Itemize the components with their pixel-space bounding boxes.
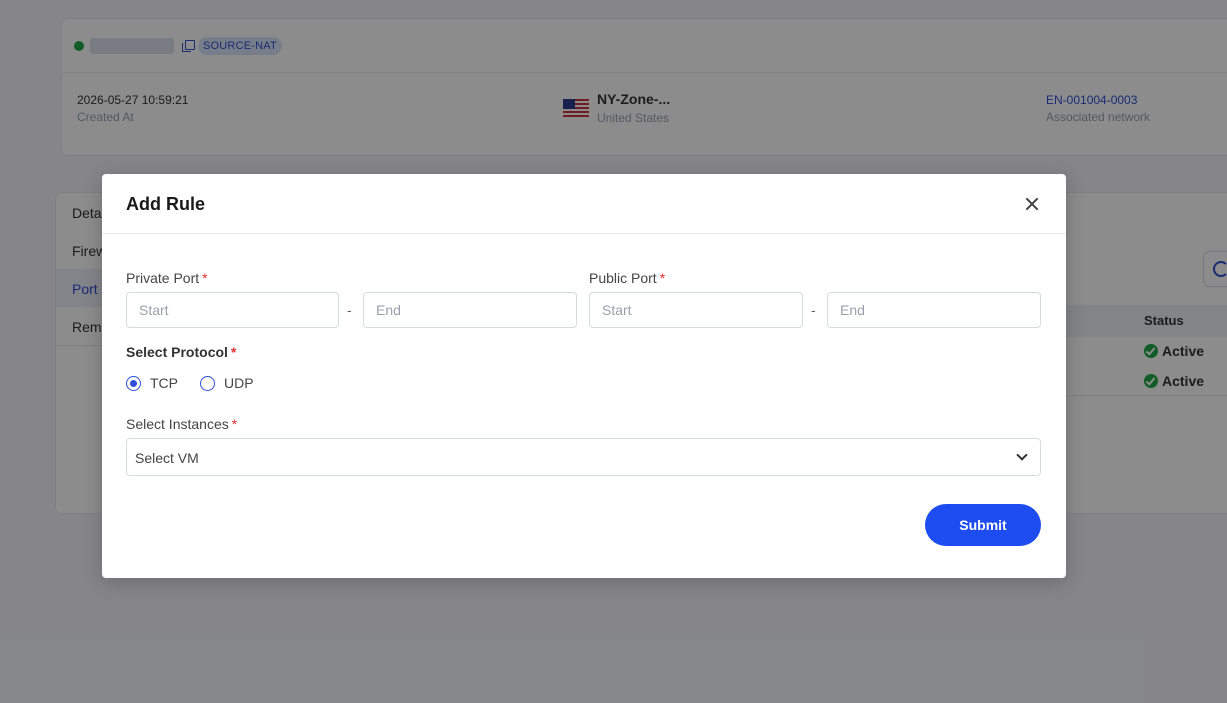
protocol-radio-udp[interactable]: UDP	[200, 374, 254, 391]
modal-header: Add Rule	[102, 174, 1066, 234]
public-port-label-text: Public Port	[589, 270, 657, 286]
radio-unchecked-icon[interactable]	[200, 376, 215, 391]
modal-title: Add Rule	[126, 194, 205, 214]
required-mark: *	[230, 344, 237, 360]
protocol-option-label: UDP	[224, 374, 254, 391]
required-mark: *	[659, 270, 666, 286]
protocol-label: Select Protocol *	[126, 344, 236, 360]
instances-label-text: Select Instances	[126, 416, 229, 432]
private-port-start-input[interactable]	[126, 292, 339, 328]
public-port-label: Public Port *	[589, 270, 665, 286]
public-port-separator: -	[811, 302, 816, 318]
protocol-radio-tcp[interactable]: TCP	[126, 374, 178, 391]
private-port-label-text: Private Port	[126, 270, 200, 286]
required-mark: *	[231, 416, 238, 432]
protocol-option-label: TCP	[150, 374, 178, 391]
close-icon[interactable]	[1022, 194, 1042, 214]
private-port-separator: -	[347, 302, 352, 318]
public-port-start-input[interactable]	[589, 292, 803, 328]
instances-select-value: Select VM	[135, 450, 199, 466]
submit-button[interactable]: Submit	[925, 504, 1041, 546]
radio-checked-icon[interactable]	[126, 376, 141, 391]
required-mark: *	[202, 270, 208, 286]
instances-select[interactable]: Select VM	[126, 438, 1041, 476]
add-rule-modal: Add Rule Private Port* - Public Port* - …	[102, 174, 1066, 578]
private-port-label: Private Port *	[126, 270, 208, 286]
private-port-end-input[interactable]	[363, 292, 577, 328]
protocol-label-text: Select Protocol	[126, 344, 228, 360]
public-port-end-input[interactable]	[827, 292, 1041, 328]
instances-label: Select Instances *	[126, 416, 237, 432]
chevron-down-icon	[1016, 449, 1028, 461]
